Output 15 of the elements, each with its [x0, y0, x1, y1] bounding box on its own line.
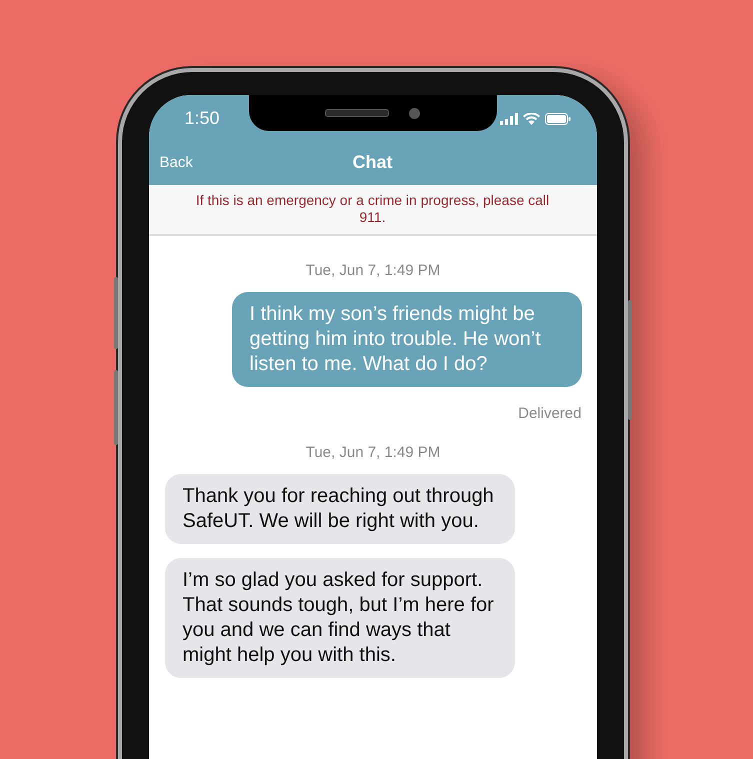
sent-message: I think my son’s friends might be getting him into trouble. He won’t listen to me. What do I do? [232, 292, 582, 387]
nav-title: Chat [352, 152, 392, 173]
back-link[interactable]: Back [160, 154, 193, 171]
message-timestamp: Tue, Jun 7, 1:49 PM [306, 444, 440, 461]
battery-icon [544, 112, 570, 124]
signal-icon [500, 112, 518, 124]
emergency-notice: If this is an emergency or a crime in progress, please call 911. [148, 185, 596, 236]
received-message: Thank you for reaching out through SafeUT. We will be right with you. [164, 474, 514, 544]
speaker-grille [325, 109, 389, 117]
status-time: 1:50 [184, 108, 220, 129]
received-message: I’m so glad you asked for support. That sounds tough, but I’m here for you and we can find ways that might help you with this. [164, 558, 514, 678]
wifi-icon [522, 112, 540, 124]
message-timestamp: Tue, Jun 7, 1:49 PM [306, 262, 440, 279]
delivery-status: Delivered [518, 405, 582, 422]
camera-lens [409, 108, 420, 118]
